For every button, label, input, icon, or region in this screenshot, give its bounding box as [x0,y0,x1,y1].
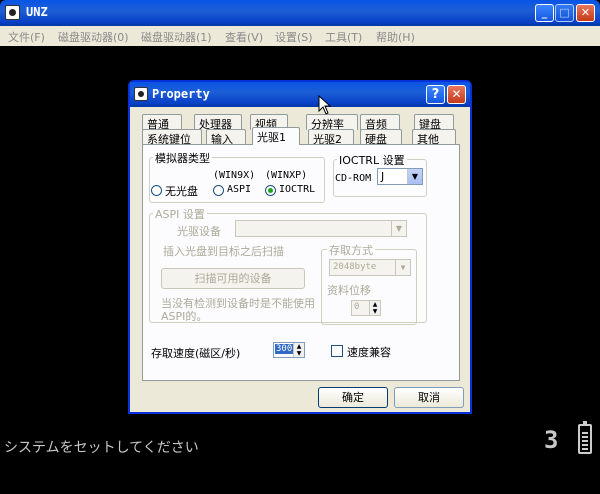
menu-view[interactable]: 查看(V) [225,29,263,45]
radio-aspi[interactable] [213,185,224,196]
dialog-title: Property [152,87,210,101]
drive-device-select[interactable]: ▼ [235,220,407,237]
tab-panel-cdrom1: 模拟器类型 (WIN9X) (WINXP) 无光盘 ASPI IOCTRL IO… [142,144,460,381]
menu-tools[interactable]: 工具(T) [325,29,362,45]
chevron-down-icon[interactable]: ▼ [391,221,406,236]
ok-button[interactable]: 确定 [318,387,388,408]
speed-stepper[interactable]: 300 ▲ ▼ [273,342,305,358]
cancel-button[interactable]: 取消 [394,387,464,408]
property-dialog: Property ? ✕ 普通 处理器 视频 分辨率 音频 键盘 系统键位 输入… [128,80,472,414]
tab-processor[interactable]: 处理器 [194,114,242,131]
mouse-cursor-icon [318,95,332,115]
cdrom-select[interactable]: J ▼ [377,168,423,185]
help-button[interactable]: ? [426,85,445,104]
spin-arrows-icon[interactable]: ▲ ▼ [369,301,380,315]
winxp-label: (WINXP) [265,170,308,181]
menu-settings[interactable]: 设置(S) [275,29,313,45]
emulator-type-label: 模拟器类型 [153,150,212,166]
menu-help[interactable]: 帮助(H) [376,29,415,45]
window-titlebar[interactable]: UNZ _ □ ✕ [0,0,600,26]
speed-compat-checkbox[interactable] [331,345,343,357]
scan-devices-button[interactable]: 扫描可用的设备 [161,268,305,289]
tab-cdrom2[interactable]: 光驱2 [308,129,354,146]
tab-other[interactable]: 其他 [412,129,456,146]
cdrom-select-value: J [381,170,385,183]
maximize-button[interactable]: □ [555,4,574,22]
drive-device-label: 光驱设备 [177,225,221,238]
scan-note: 插入光盘到目标之后扫描 [163,245,284,258]
status-digit: 3 [544,426,559,454]
tab-audio[interactable]: 音频 [360,114,400,131]
app-icon [5,5,20,20]
aspi-note: 当没有检测到设备时是不能使用ASPI的。 [161,297,315,323]
dialog-titlebar[interactable]: Property ? ✕ [130,82,470,107]
menu-drive0[interactable]: 磁盘驱动器(0) [58,29,129,45]
menubar: 文件(F) 磁盘驱动器(0) 磁盘驱动器(1) 查看(V) 设置(S) 工具(T… [0,26,600,46]
radio-no-cdrom[interactable] [151,185,162,196]
status-message: システムをセットしてください [4,440,199,456]
access-mode-select[interactable]: 2048byte ▼ [329,259,411,276]
battery-icon [578,421,592,454]
aspi-label: ASPI [227,184,252,195]
win9x-label: (WIN9X) [213,170,256,181]
tab-harddisk[interactable]: 硬盘 [360,129,402,146]
tab-system-keys[interactable]: 系统键位 [142,129,202,146]
ioctrl-settings-label: IOCTRL 设置 [337,152,407,168]
spin-arrows-icon[interactable]: ▲ ▼ [293,343,304,357]
window-title: UNZ [26,5,48,19]
no-cdrom-label: 无光盘 [165,185,198,198]
chevron-down-icon[interactable]: ▼ [395,260,410,275]
dialog-close-button[interactable]: ✕ [447,85,466,104]
aspi-settings-label: ASPI 设置 [153,206,207,222]
speed-compat-label: 速度兼容 [347,346,391,359]
access-method-label: 存取方式 [327,242,375,258]
minimize-button[interactable]: _ [535,4,554,22]
speed-label: 存取速度(磁区/秒) [151,347,241,360]
speed-value[interactable]: 300 [275,344,294,354]
bit-shift-value: 0 [354,302,360,312]
access-mode-value: 2048byte [333,262,377,272]
chevron-down-icon[interactable]: ▼ [407,169,422,184]
tab-resolution[interactable]: 分辨率 [306,114,358,131]
radio-ioctrl[interactable] [265,185,276,196]
cdrom-label: CD-ROM [335,173,372,184]
menu-file[interactable]: 文件(F) [8,29,45,45]
tab-keyboard[interactable]: 键盘 [414,114,454,131]
ioctrl-label: IOCTRL [279,184,316,195]
close-button[interactable]: ✕ [576,4,595,22]
bit-shift-stepper[interactable]: 0 ▲ ▼ [351,300,381,316]
dialog-app-icon [134,87,148,101]
tab-general[interactable]: 普通 [142,114,182,131]
tab-cdrom1[interactable]: 光驱1 [252,127,300,145]
bit-shift-label: 资料位移 [327,284,371,297]
tab-input[interactable]: 输入 [206,129,246,146]
menu-drive1[interactable]: 磁盘驱动器(1) [141,29,212,45]
